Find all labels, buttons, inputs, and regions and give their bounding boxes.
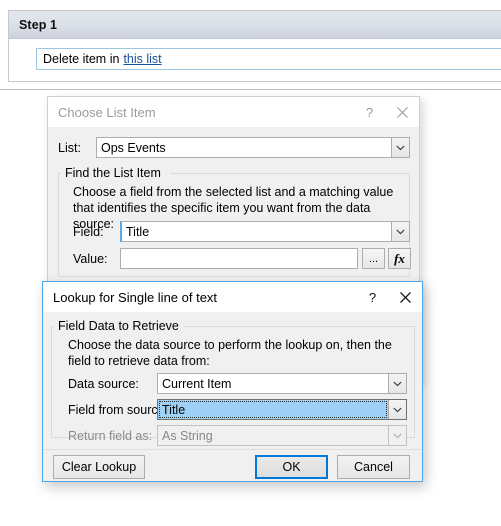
return-field-as-label: Return field as:: [68, 429, 153, 443]
step-title: Step 1: [19, 17, 58, 32]
value-function-button[interactable]: fx: [388, 248, 411, 269]
field-combobox[interactable]: Title: [120, 221, 410, 242]
data-source-combobox[interactable]: Current Item: [157, 373, 407, 394]
footer-separator: [43, 449, 422, 450]
chevron-down-icon[interactable]: [388, 374, 406, 393]
lookup-title: Lookup for Single line of text: [53, 289, 218, 305]
choose-list-item-titlebar[interactable]: Choose List Item ?: [48, 97, 419, 127]
step-header: Step 1: [9, 11, 501, 39]
return-field-as-combobox-value: As String: [162, 428, 213, 443]
lookup-caption-buttons: ?: [356, 282, 422, 312]
sentence-list-link[interactable]: this list: [123, 52, 161, 66]
data-source-label: Data source:: [68, 377, 139, 391]
field-from-source-label: Field from source:: [68, 403, 169, 417]
choose-list-item-caption-buttons: ?: [353, 97, 419, 127]
lookup-titlebar[interactable]: Lookup for Single line of text ?: [43, 282, 422, 312]
help-icon[interactable]: ?: [356, 282, 389, 312]
designer-divider: [0, 89, 501, 90]
value-browse-button[interactable]: ...: [362, 248, 385, 269]
ok-button[interactable]: OK: [255, 455, 328, 479]
chevron-down-icon[interactable]: [391, 138, 409, 157]
field-combobox-value: Title: [126, 224, 150, 239]
chevron-down-icon[interactable]: [388, 400, 406, 419]
choose-list-item-title: Choose List Item: [58, 104, 156, 120]
close-icon[interactable]: [386, 97, 419, 127]
field-from-source-combobox[interactable]: Title: [157, 399, 407, 420]
data-source-combobox-value: Current Item: [162, 376, 232, 391]
step-panel: Step 1 Delete item in this list: [8, 10, 501, 82]
field-data-to-retrieve-legend: Field Data to Retrieve: [54, 319, 183, 333]
lookup-dialog: Lookup for Single line of text ? Field D…: [42, 281, 423, 482]
find-the-list-item-legend: Find the List Item: [61, 166, 165, 180]
step-body: Delete item in this list: [9, 39, 501, 81]
help-icon[interactable]: ?: [353, 97, 386, 127]
return-field-as-combobox: As String: [157, 425, 407, 446]
value-input[interactable]: [120, 248, 358, 269]
list-label: List:: [58, 141, 81, 155]
workflow-sentence-row[interactable]: Delete item in this list: [36, 48, 501, 70]
field-label: Field:: [73, 225, 104, 239]
field-from-source-combobox-value: Title: [158, 400, 388, 419]
chevron-down-icon[interactable]: [391, 222, 409, 241]
cancel-button[interactable]: Cancel: [337, 455, 410, 479]
list-combobox[interactable]: Ops Events: [96, 137, 410, 158]
clear-lookup-button[interactable]: Clear Lookup: [53, 455, 145, 479]
sentence-static-text: Delete item in: [43, 52, 120, 66]
lookup-help-text: Choose the data source to perform the lo…: [68, 338, 392, 368]
chevron-down-icon: [388, 426, 406, 445]
close-icon[interactable]: [389, 282, 422, 312]
value-label: Value:: [73, 252, 108, 266]
list-combobox-value: Ops Events: [101, 140, 166, 155]
fx-icon: fx: [394, 250, 405, 266]
